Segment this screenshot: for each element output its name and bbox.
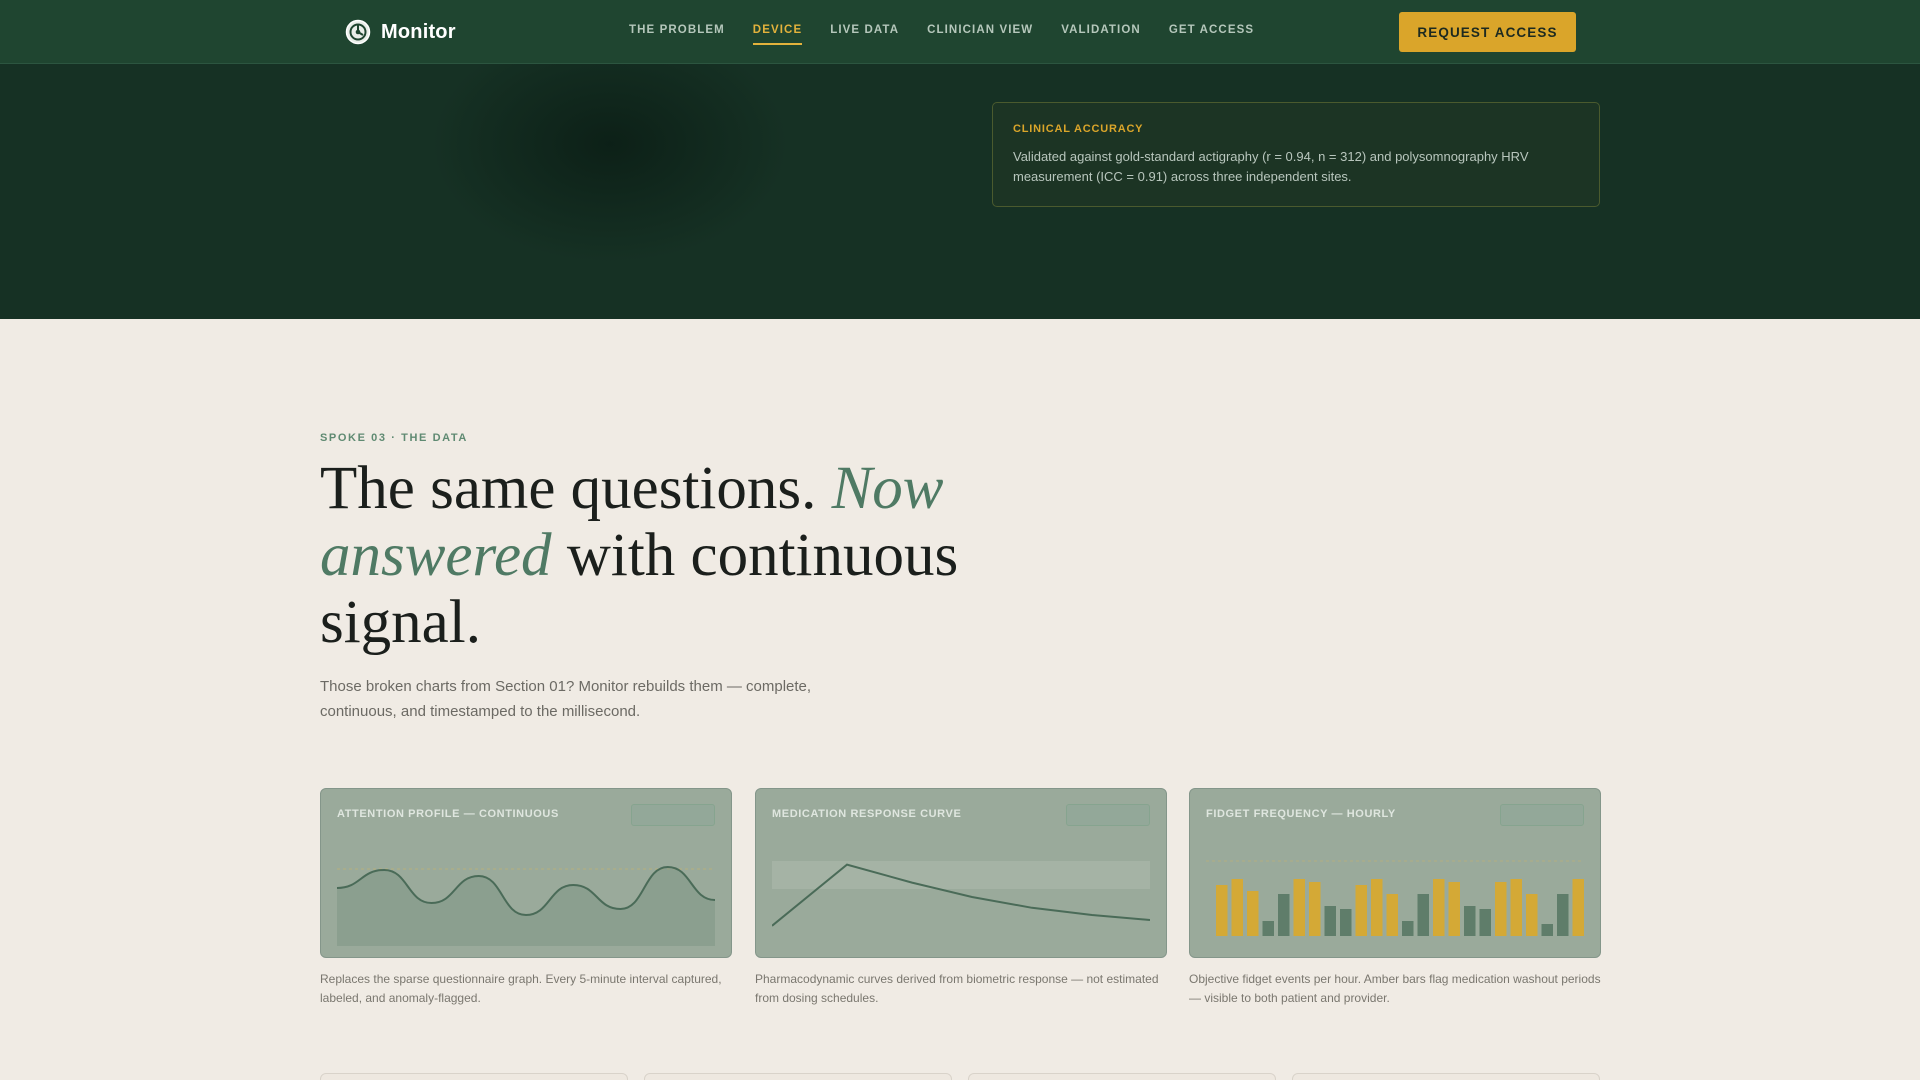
fidget-bar [1340,909,1352,936]
washout-bar [1247,891,1259,936]
brand[interactable]: Monitor [345,19,456,45]
next-card-stub [968,1073,1276,1080]
washout-bar [1216,885,1228,936]
washout-bar [1309,882,1321,936]
nav-link-device[interactable]: DEVICE [752,24,803,45]
fidget-bar [1464,906,1476,936]
logo-icon [345,19,371,45]
nav-link-get-access[interactable]: GET ACCESS [1169,24,1254,45]
attention-profile-card[interactable]: ATTENTION PROFILE — CONTINUOUS [320,788,732,958]
attention-profile-chart [337,865,715,946]
section-lede: Those broken charts from Section 01? Mon… [320,678,812,720]
nav-links: THE PROBLEM DEVICE LIVE DATA CLINICIAN V… [629,24,1282,45]
hero-section: CLINICAL ACCURACY Validated against gold… [0,64,1920,319]
nav-link-clinician-view[interactable]: CLINICIAN VIEW [927,24,1033,45]
fidget-bar [1479,909,1491,936]
card-badge [1500,804,1584,826]
washout-bar [1371,879,1383,936]
washout-bar [1386,894,1398,936]
medication-response-chart [772,861,1150,927]
medication-response-caption: Pharmacodynamic curves derived from biom… [755,972,1159,1005]
attention-profile-caption: Replaces the sparse questionnaire graph.… [320,972,722,1005]
fidget-bar [1402,921,1414,936]
top-nav: Monitor THE PROBLEM DEVICE LIVE DATA CLI… [0,0,1920,64]
washout-bar [1572,879,1584,936]
fidget-frequency-card[interactable]: FIDGET FREQUENCY — HOURLY [1189,788,1601,958]
washout-bar [1433,879,1445,936]
headline-part-1: The same questions. [320,455,832,522]
clinical-accuracy-card: CLINICAL ACCURACY Validated against gold… [992,102,1600,207]
washout-bar [1231,879,1243,936]
nav-link-live-data[interactable]: LIVE DATA [830,24,899,45]
washout-bar [1448,882,1460,936]
fidget-bar [1417,894,1429,936]
washout-bar [1495,882,1507,936]
section-headline: The same questions. Now answered with co… [320,455,1020,656]
next-card-stub [320,1073,628,1080]
request-access-button[interactable]: REQUEST ACCESS [1399,12,1576,52]
nav-link-validation[interactable]: VALIDATION [1061,24,1141,45]
fidget-bar [1557,894,1569,936]
hero-device-shadow [430,64,790,264]
fidget-frequency-chart [1206,860,1584,936]
card-badge [631,804,715,826]
clinical-accuracy-label: CLINICAL ACCURACY [1013,123,1144,135]
section-kicker: SPOKE 03 · THE DATA [320,432,468,444]
washout-bar [1510,879,1522,936]
medication-response-card[interactable]: MEDICATION RESPONSE CURVE [755,788,1167,958]
series-area [337,867,715,946]
fidget-bar [1278,894,1290,936]
nav-link-the-problem[interactable]: THE PROBLEM [629,24,725,45]
card-title: FIDGET FREQUENCY — HOURLY [1206,808,1396,820]
fidget-bar [1262,921,1274,936]
fidget-bar [1541,924,1553,936]
clinical-accuracy-text: Validated against gold-standard actigrap… [1013,149,1529,184]
fidget-bar [1324,906,1336,936]
card-title: MEDICATION RESPONSE CURVE [772,808,962,820]
next-card-stub [1292,1073,1600,1080]
card-badge [1066,804,1150,826]
brand-name: Monitor [381,20,456,43]
next-card-stub [644,1073,952,1080]
therapeutic-band [772,861,1150,889]
washout-bar [1526,894,1538,936]
card-title: ATTENTION PROFILE — CONTINUOUS [337,808,559,820]
washout-bar [1355,885,1367,936]
washout-bar [1293,879,1305,936]
fidget-frequency-caption: Objective fidget events per hour. Amber … [1189,972,1601,1005]
